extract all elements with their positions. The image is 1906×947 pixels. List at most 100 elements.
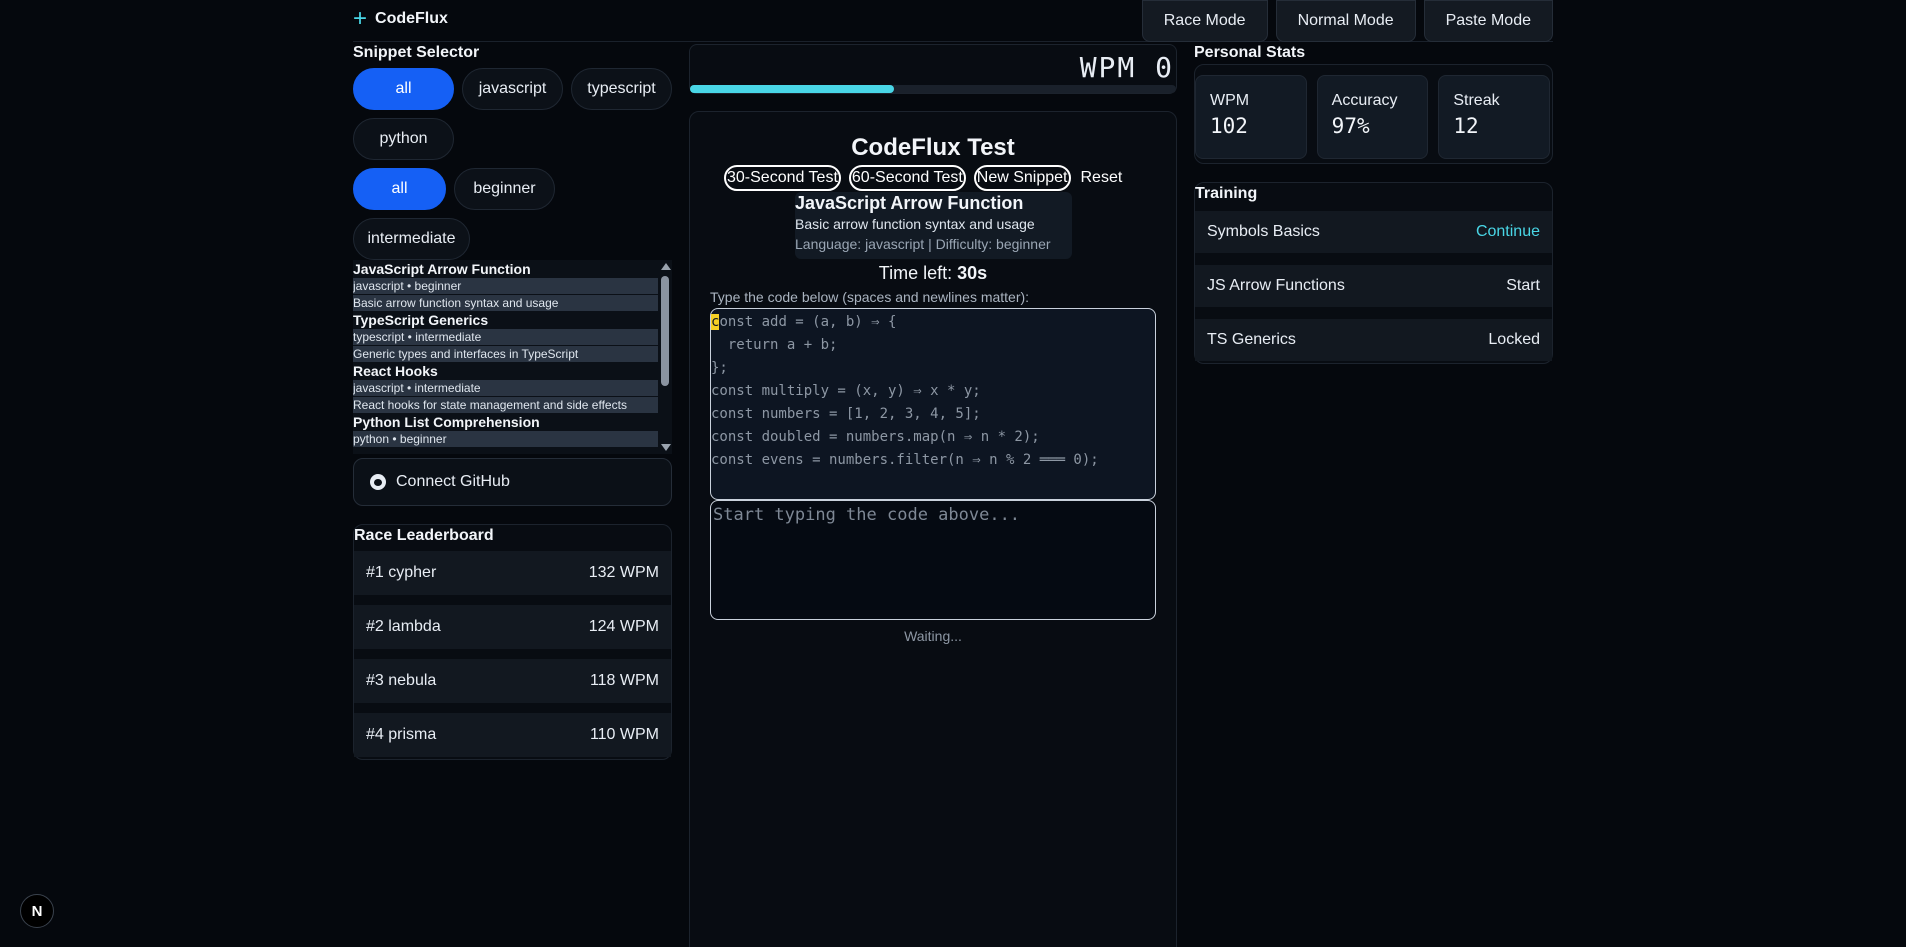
top-bar: + CodeFlux Race Mode Normal Mode Paste M… [353,0,1553,42]
leaderboard-wpm: 124 WPM [588,618,659,635]
leaderboard-wpm: 132 WPM [588,564,659,581]
snippet-meta: python • beginner [353,431,661,448]
language-chip-javascript[interactable]: javascript [462,68,563,110]
snippet-meta: typescript • intermediate [353,329,661,346]
scroll-thumb[interactable] [661,276,669,386]
snippet-list-scrollbar[interactable] [658,260,672,454]
personal-stats: WPM 102 Accuracy 97% Streak 12 [1194,64,1553,164]
list-item[interactable]: Python List Comprehension python • begin… [353,413,672,448]
current-snippet-lang: Language: javascript | Difficulty: begin… [795,236,1051,252]
test-title: CodeFlux Test [851,134,1015,161]
snippet-meta: javascript • intermediate [353,380,661,397]
snippet-desc: Basic arrow function syntax and usage [353,295,661,311]
difficulty-chip-beginner[interactable]: beginner [454,168,555,210]
training-start-button[interactable]: Start [1506,277,1540,295]
paste-mode-button[interactable]: Paste Mode [1423,0,1553,42]
current-snippet-name: JavaScript Arrow Function [795,193,1024,213]
normal-mode-button[interactable]: Normal Mode [1275,0,1416,42]
typing-input[interactable] [710,500,1156,620]
snippet-selector-panel: all javascript typescript python all beg… [353,68,672,454]
language-chip-typescript[interactable]: typescript [571,68,672,110]
github-icon [370,474,386,490]
scroll-down-icon[interactable] [661,444,671,451]
race-leaderboard: Race Leaderboard #1 cypher 132 WPM #2 la… [353,524,672,760]
brand-name: CodeFlux [375,10,448,27]
timer-label: Time left: [878,263,958,283]
new-snippet-button[interactable]: New Snippet [973,165,1071,191]
stat-label: Accuracy [1331,92,1398,109]
snippet-meta: javascript • beginner [353,278,661,295]
code-text: onst add = (a, b) ⇒ { [719,314,897,330]
test-panel: CodeFlux Test 30-Second Test 60-Second T… [689,111,1177,947]
stat-label: Streak [1453,92,1500,109]
right-column: Personal Stats WPM 102 Accuracy 97% Stre… [1194,44,1553,364]
leaderboard-racer: #3 nebula [366,672,437,689]
scroll-up-icon[interactable] [661,263,671,270]
list-item[interactable]: TypeScript Generics typescript • interme… [353,311,672,362]
leaderboard-row: #1 cypher 132 WPM [354,551,671,595]
language-chip-python[interactable]: python [353,118,454,160]
wpm-display: WPM 0 [689,44,1177,94]
snippet-title: TypeScript Generics [353,312,489,328]
leaderboard-title: Race Leaderboard [354,527,494,544]
leaderboard-row: #2 lambda 124 WPM [354,605,671,649]
snippet-title: React Hooks [353,363,438,379]
sixty-second-test-button[interactable]: 60-Second Test [848,165,966,191]
difficulty-chip-all[interactable]: all [353,168,446,210]
snippet-desc: React hooks for state management and sid… [353,397,661,413]
language-filter: all javascript typescript python [353,68,672,160]
training-title: Training [1195,185,1258,202]
code-line: const numbers = [1, 2, 3, 4, 5]; [711,406,981,422]
leaderboard-row: #4 prisma 110 WPM [354,713,671,757]
progress-bar [690,85,1176,93]
difficulty-chip-intermediate[interactable]: intermediate [353,218,470,260]
training-name: Symbols Basics [1207,223,1320,240]
timer-value: 30s [957,263,988,283]
stat-value: 12 [1453,114,1479,138]
connect-github-button[interactable]: Connect GitHub [353,458,672,506]
brand[interactable]: + CodeFlux [353,5,448,32]
code-line: return a + b; [711,337,838,353]
snippet-list[interactable]: JavaScript Arrow Function javascript • b… [353,260,672,454]
stat-value: 102 [1210,114,1248,138]
current-snippet-desc: Basic arrow function syntax and usage [795,216,1035,232]
training-row: TS Generics Locked [1195,319,1552,361]
stat-card-wpm: WPM 102 [1195,75,1307,159]
training-continue-button[interactable]: Continue [1476,223,1540,241]
thirty-second-test-button[interactable]: 30-Second Test [724,165,841,191]
reset-button[interactable]: Reset [1079,165,1124,191]
training-row[interactable]: Symbols Basics Continue [1195,211,1552,253]
language-chip-all[interactable]: all [353,68,454,110]
next-logo-icon[interactable]: N [20,894,54,928]
stat-label: WPM [1210,92,1250,109]
wpm-value: WPM 0 [1079,51,1174,84]
code-line: const doubled = numbers.map(n ⇒ n * 2); [711,429,1040,445]
test-status: Waiting... [904,628,962,644]
mode-switcher: Race Mode Normal Mode Paste Mode [1141,0,1553,42]
code-display: const add = (a, b) ⇒ { return a + b; }; … [710,308,1156,500]
left-column: Snippet Selector all javascript typescri… [353,44,672,760]
snippet-title: JavaScript Arrow Function [353,261,531,277]
stat-card-accuracy: Accuracy 97% [1316,75,1429,159]
plus-icon: + [353,5,368,32]
training-name: JS Arrow Functions [1207,277,1345,294]
leaderboard-racer: #1 cypher [366,564,437,581]
code-line: const add = (a, b) ⇒ { [711,311,1155,334]
timer: Time left: 30s [690,263,1176,284]
training-row[interactable]: JS Arrow Functions Start [1195,265,1552,307]
difficulty-filter: all beginner intermediate [353,168,672,260]
stat-card-streak: Streak 12 [1438,75,1551,159]
training-panel: Training Symbols Basics Continue JS Arro… [1194,182,1553,364]
personal-stats-title: Personal Stats [1194,44,1306,61]
snippet-title: Python List Comprehension [353,414,540,430]
stat-value: 97% [1331,114,1370,138]
code-line: const evens = numbers.filter(n ⇒ n % 2 ═… [711,452,1099,468]
leaderboard-row: #3 nebula 118 WPM [354,659,671,703]
race-mode-button[interactable]: Race Mode [1141,0,1268,42]
connect-github-label: Connect GitHub [396,473,510,490]
list-item[interactable]: JavaScript Arrow Function javascript • b… [353,260,672,311]
leaderboard-racer: #2 lambda [366,618,441,635]
leaderboard-wpm: 118 WPM [589,672,659,689]
list-item[interactable]: React Hooks javascript • intermediate Re… [353,362,672,413]
code-line: }; [711,360,728,376]
